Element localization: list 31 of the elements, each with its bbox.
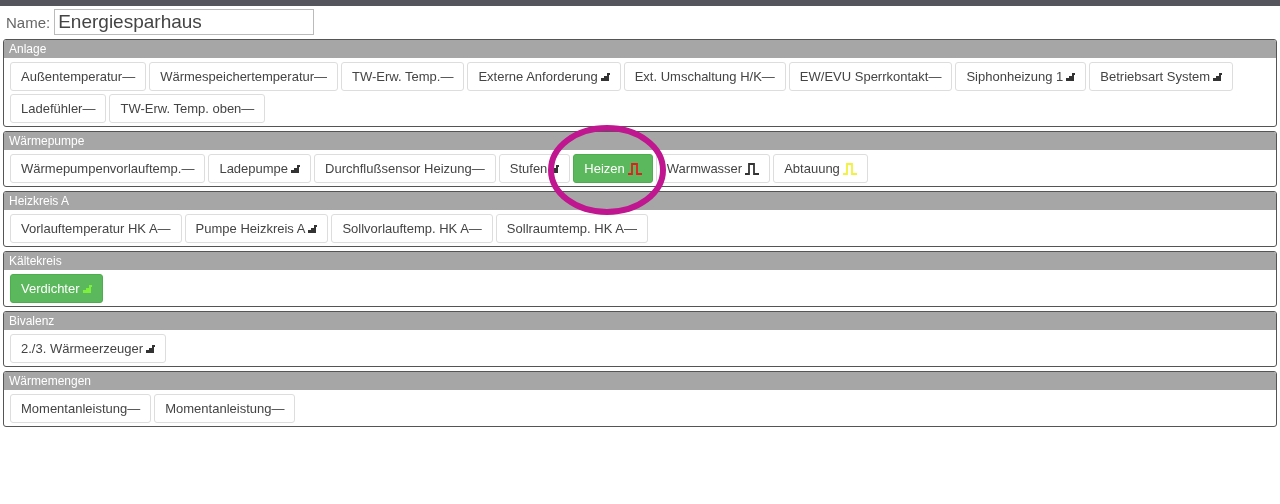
signal-button[interactable]: Momentanleistung— [10,394,152,423]
signal-button[interactable]: Pumpe Heizkreis A [184,214,329,243]
section-title: Wärmemengen [4,372,1276,390]
signal-button[interactable]: Ladepumpe [208,154,312,183]
signal-button[interactable]: Betriebsart System [1089,62,1234,91]
signal-button[interactable]: Externe Anforderung [467,62,621,91]
signal-button[interactable]: TW-Erw. Temp.— [341,62,465,91]
signal-button[interactable]: Wärmepumpenvorlauftemp.— [10,154,206,183]
name-label: Name: [6,13,51,31]
signal-button[interactable]: Außentemperatur— [10,62,147,91]
signal-button[interactable]: Siphonheizung 1 [955,62,1087,91]
section-title: Wärmepumpe [4,132,1276,150]
signal-button[interactable]: TW-Erw. Temp. oben— [109,94,266,123]
signal-button[interactable]: 2./3. Wärmeerzeuger [10,334,167,363]
signal-button[interactable]: Sollraumtemp. HK A— [495,214,648,243]
signal-button[interactable]: Momentanleistung— [154,394,296,423]
signal-button[interactable]: Durchflußsensor Heizung— [314,154,496,183]
signal-button[interactable]: Ladefühler— [10,94,107,123]
section-title: Kältekreis [4,252,1276,270]
signal-button[interactable]: Warmwasser [655,154,771,183]
section-title: Anlage [4,40,1276,58]
section-title: Heizkreis A [4,192,1276,210]
signal-button[interactable]: Vorlauftemperatur HK A— [10,214,182,243]
signal-button[interactable]: EW/EVU Sperrkontakt— [788,62,953,91]
section-title: Bivalenz [4,312,1276,330]
signal-button[interactable]: Stufen [498,154,571,183]
signal-button[interactable]: Wärmespeichertemperatur— [149,62,339,91]
signal-button[interactable]: Ext. Umschaltung H/K— [623,62,786,91]
signal-button[interactable]: Abtauung [773,154,868,183]
signal-button[interactable]: Sollvorlauftemp. HK A— [331,214,493,243]
name-field[interactable]: Energiesparhaus [54,9,315,35]
